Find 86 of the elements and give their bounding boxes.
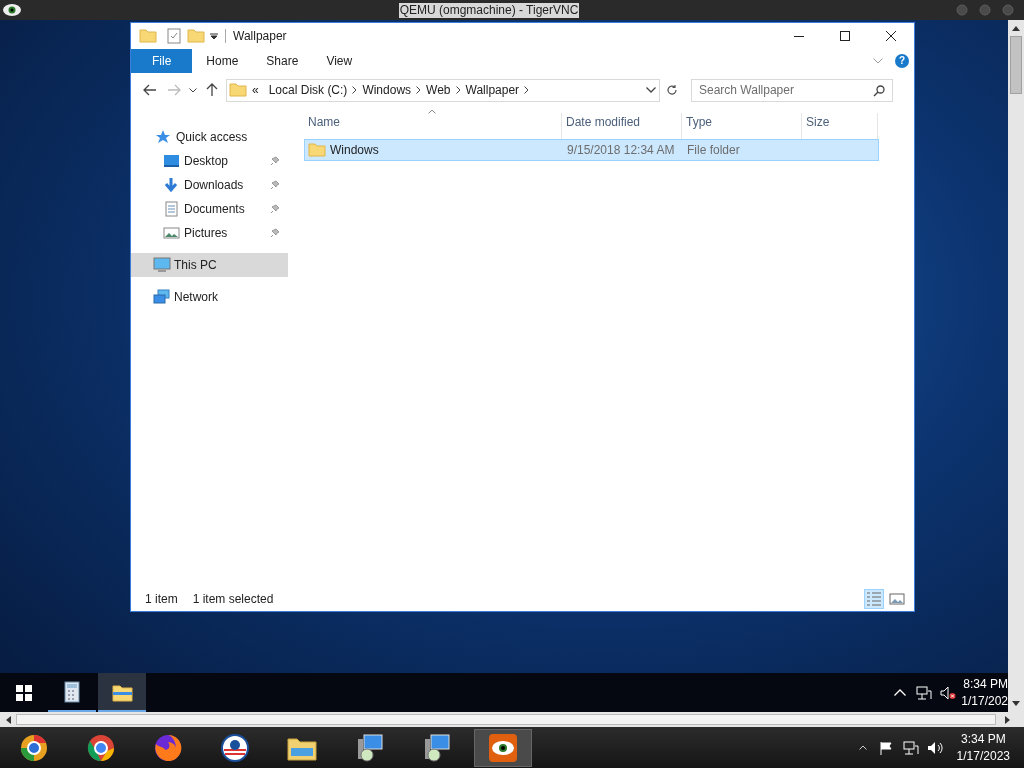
selection-count: 1 item selected	[192, 591, 274, 608]
speaker-icon[interactable]	[926, 740, 943, 755]
file-row[interactable]: Windows 9/15/2018 12:34 AM File folder	[304, 139, 879, 161]
help-button[interactable]: ?	[895, 54, 909, 68]
scroll-down-arrow-icon[interactable]	[1011, 700, 1021, 708]
date-modified: 9/15/2018 12:34 AM	[566, 143, 675, 157]
checklist-icon[interactable]	[167, 28, 181, 44]
caret-icon[interactable]	[209, 31, 219, 41]
clock-date[interactable]: 1/17/202	[961, 692, 1008, 710]
chevron-up-icon[interactable]	[858, 745, 867, 750]
folder-icon	[308, 141, 326, 159]
pin-icon[interactable]	[270, 156, 280, 166]
browser-icon	[85, 732, 116, 763]
breadcrumb-link[interactable]: Web	[421, 81, 456, 99]
nav-item[interactable]: Network	[131, 285, 288, 309]
close-icon[interactable]	[886, 31, 896, 41]
caret-icon[interactable]	[189, 87, 197, 93]
window-title: QEMU (omgmachine) - TigerVNC	[398, 2, 580, 18]
nav-item-label: This PC	[174, 257, 218, 274]
nav-item-label: Pictures	[184, 225, 229, 242]
monitor-icon	[163, 153, 181, 169]
chevron-right-icon[interactable]	[455, 86, 461, 94]
pin-icon[interactable]	[270, 180, 280, 190]
calculator-icon	[61, 680, 83, 703]
refresh-icon[interactable]	[666, 84, 678, 96]
fox-browser-icon	[152, 732, 183, 763]
nav-item[interactable]: This PC	[131, 253, 288, 277]
ribbon-tab[interactable]: File	[131, 49, 193, 73]
overflow-chevron[interactable]: «	[247, 81, 264, 99]
address-bar[interactable]: « Local Disk (C:) Windows Web Wallpaper	[226, 78, 660, 102]
nav-item-label: Desktop	[184, 153, 230, 170]
chevron-down-icon[interactable]	[646, 87, 656, 93]
nav-item-label: Network	[174, 289, 219, 306]
nav-item[interactable]: Pictures	[131, 221, 288, 245]
folder-icon	[229, 81, 247, 99]
nav-item[interactable]: Quick access	[131, 125, 288, 149]
breadcrumb-link[interactable]: Wallpaper	[460, 81, 525, 99]
scroll-left-arrow-icon[interactable]	[4, 714, 12, 725]
windows-start-icon[interactable]	[16, 685, 32, 701]
file-name: Windows	[329, 142, 379, 159]
nav-item-label: Quick access	[176, 129, 249, 146]
eye-logo-icon	[487, 732, 518, 763]
pin-icon[interactable]	[270, 228, 280, 238]
ribbon-tab[interactable]: View	[312, 49, 367, 73]
nav-item-label: Documents	[184, 201, 246, 218]
eye-logo-icon	[2, 2, 22, 18]
orb-icon	[18, 732, 49, 763]
search-icon	[873, 84, 885, 97]
item-count: 1 item	[145, 591, 178, 608]
picture-icon	[163, 225, 181, 241]
divider-icon	[225, 29, 227, 43]
flag-icon[interactable]	[878, 740, 893, 755]
clock-time[interactable]: 3:34 PM	[960, 730, 1006, 748]
chevron-right-icon[interactable]	[416, 86, 422, 94]
taskbar-app[interactable]	[473, 728, 532, 767]
computer-icon	[153, 257, 171, 273]
ribbon-tab[interactable]: Home	[192, 49, 253, 73]
network-icon[interactable]	[902, 740, 919, 755]
breadcrumb-link[interactable]: Local Disk (C:)	[263, 81, 353, 99]
window-title: Wallpaper	[233, 28, 287, 45]
nav-item[interactable]: Desktop	[131, 149, 288, 173]
scrollbar-thumb[interactable]	[16, 714, 996, 725]
pin-icon[interactable]	[270, 204, 280, 214]
scroll-right-arrow-icon[interactable]	[1004, 714, 1012, 725]
nav-item-label: Downloads	[184, 177, 245, 194]
search-field[interactable]: Search Wallpaper	[691, 78, 893, 102]
chevron-right-icon[interactable]	[352, 86, 358, 94]
network-icon	[153, 289, 171, 305]
file-type: File folder	[686, 143, 740, 157]
document-icon	[163, 201, 181, 217]
up-arrow-icon[interactable]	[206, 83, 218, 97]
scroll-up-arrow-icon[interactable]	[1011, 24, 1021, 32]
breadcrumb-link[interactable]: Windows	[357, 81, 417, 99]
clock-time[interactable]: 8:34 PM	[963, 675, 1008, 693]
maximize-icon[interactable]	[840, 31, 850, 41]
nav-item[interactable]: Downloads	[131, 173, 288, 197]
muted-speaker-icon[interactable]	[940, 685, 956, 700]
chevron-right-icon[interactable]	[524, 86, 530, 94]
ribbon-tab[interactable]: Share	[252, 49, 313, 73]
scrollbar-thumb[interactable]	[1010, 36, 1022, 94]
back-arrow-icon[interactable]	[143, 84, 157, 96]
nav-item[interactable]: Documents	[131, 197, 288, 221]
clock-date[interactable]: 1/17/2023	[956, 747, 1010, 765]
network-icon[interactable]	[916, 685, 932, 700]
taskbar-app[interactable]	[98, 673, 146, 712]
round-logo-icon	[219, 732, 250, 763]
